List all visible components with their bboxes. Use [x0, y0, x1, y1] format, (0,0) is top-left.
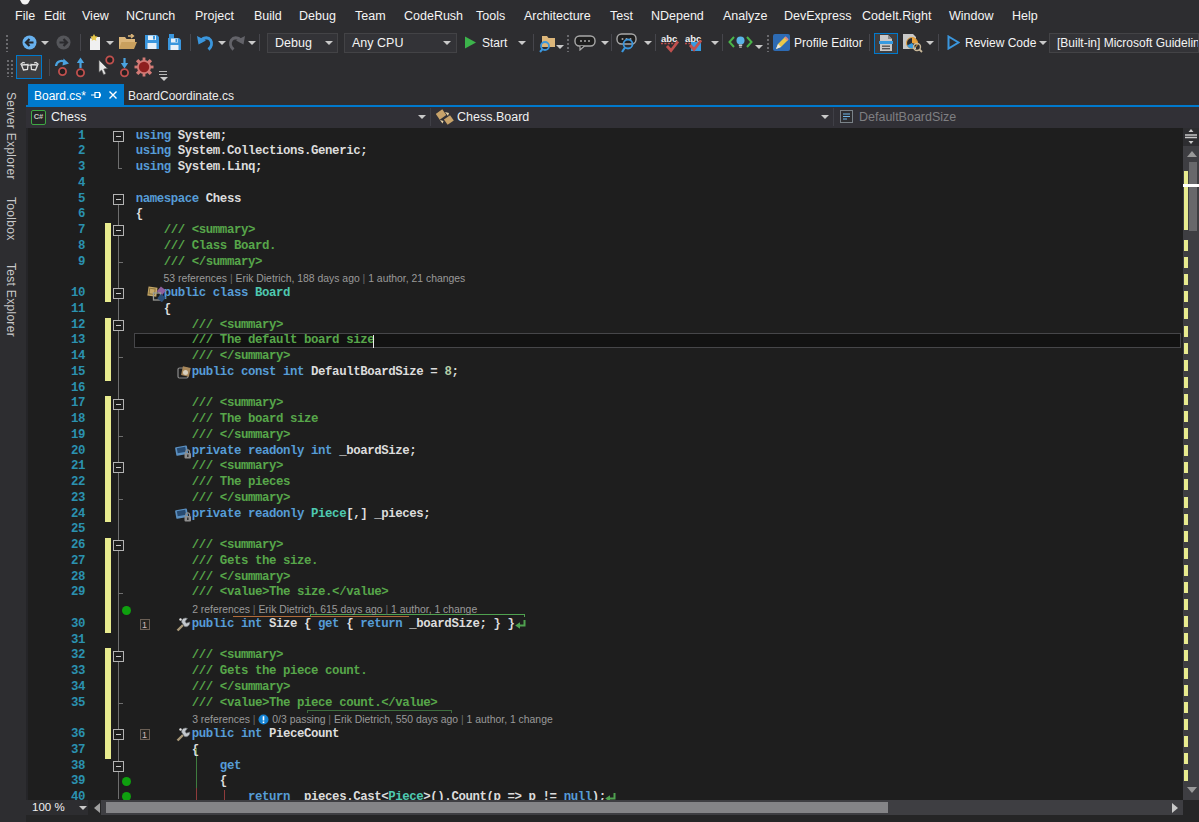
svg-text:abc: abc [661, 33, 677, 44]
